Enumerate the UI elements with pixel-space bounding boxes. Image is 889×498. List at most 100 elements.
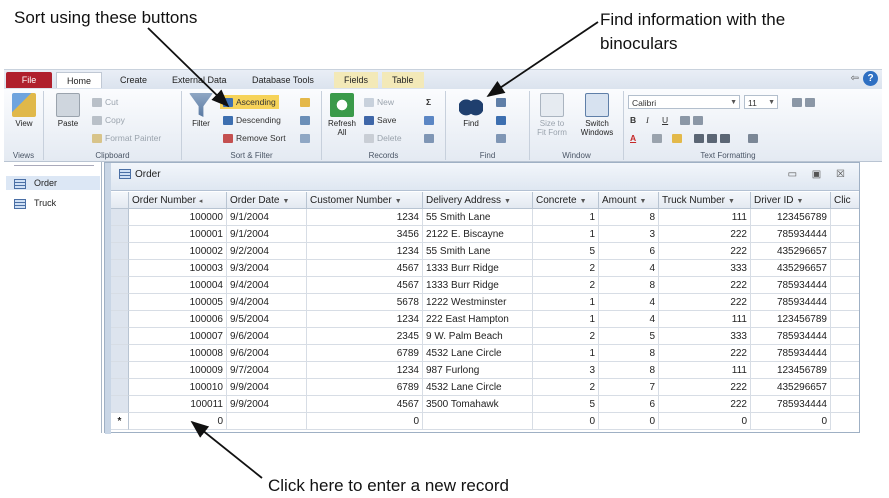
toggle-filter-button[interactable] bbox=[300, 131, 313, 145]
cell-concrete[interactable]: 1 bbox=[533, 345, 599, 362]
cell-delivery-address[interactable]: 9 W. Palm Beach bbox=[423, 328, 533, 345]
cell-order-number[interactable]: 100005 bbox=[129, 294, 227, 311]
cell-order-date[interactable]: 9/1/2004 bbox=[227, 209, 307, 226]
cell-driver-id[interactable]: 785934444 bbox=[751, 328, 831, 345]
cell-delivery-address[interactable]: 55 Smith Lane bbox=[423, 243, 533, 260]
record-selector[interactable] bbox=[111, 243, 129, 260]
cell-delivery-address[interactable]: 3500 Tomahawk bbox=[423, 396, 533, 413]
cell-delivery-address[interactable]: 1333 Burr Ridge bbox=[423, 260, 533, 277]
cell-amount[interactable]: 8 bbox=[599, 277, 659, 294]
format-painter-button[interactable]: Format Painter bbox=[92, 131, 161, 145]
italic-button[interactable]: I bbox=[646, 113, 649, 127]
record-selector[interactable] bbox=[111, 277, 129, 294]
cell-concrete[interactable]: 2 bbox=[533, 260, 599, 277]
tab-fields[interactable]: Fields bbox=[334, 72, 379, 88]
cell-customer-number[interactable]: 2345 bbox=[307, 328, 423, 345]
cell-order-date[interactable]: 9/4/2004 bbox=[227, 294, 307, 311]
cell-order-date[interactable]: 9/1/2004 bbox=[227, 226, 307, 243]
cell-truck-number[interactable]: 333 bbox=[659, 260, 751, 277]
select-all-cell[interactable] bbox=[111, 192, 129, 209]
new-cell-customer-number[interactable]: 0 bbox=[307, 413, 423, 430]
remove-sort-button[interactable]: Remove Sort bbox=[220, 131, 289, 145]
record-selector[interactable] bbox=[111, 226, 129, 243]
cell-concrete[interactable]: 1 bbox=[533, 209, 599, 226]
cell-order-date[interactable]: 9/3/2004 bbox=[227, 260, 307, 277]
record-selector[interactable] bbox=[111, 362, 129, 379]
new-record-button[interactable]: New bbox=[364, 95, 394, 109]
cell-click-to-add[interactable] bbox=[831, 345, 859, 362]
cell-truck-number[interactable]: 222 bbox=[659, 243, 751, 260]
cell-amount[interactable]: 6 bbox=[599, 396, 659, 413]
new-record-row[interactable]: * 0 0 0 0 0 0 bbox=[111, 413, 859, 430]
column-header-customer-number[interactable]: Customer Number ▼ bbox=[307, 192, 423, 209]
cell-order-number[interactable]: 100003 bbox=[129, 260, 227, 277]
minimize-ribbon-icon[interactable]: ⇦ bbox=[851, 73, 859, 84]
cell-customer-number[interactable]: 1234 bbox=[307, 243, 423, 260]
nav-item-order[interactable]: Order bbox=[6, 176, 100, 190]
cell-delivery-address[interactable]: 1222 Westminster bbox=[423, 294, 533, 311]
gridlines-button[interactable] bbox=[748, 131, 761, 145]
tab-order[interactable]: Order bbox=[119, 169, 161, 180]
record-selector[interactable] bbox=[111, 345, 129, 362]
ascending-button[interactable]: Ascending bbox=[220, 95, 279, 109]
record-selector[interactable] bbox=[111, 260, 129, 277]
nav-item-truck[interactable]: Truck bbox=[14, 196, 56, 210]
cell-order-date[interactable]: 9/2/2004 bbox=[227, 243, 307, 260]
cell-click-to-add[interactable] bbox=[831, 260, 859, 277]
cell-driver-id[interactable]: 435296657 bbox=[751, 243, 831, 260]
cell-driver-id[interactable]: 123456789 bbox=[751, 311, 831, 328]
cell-order-date[interactable]: 9/9/2004 bbox=[227, 396, 307, 413]
cell-customer-number[interactable]: 1234 bbox=[307, 209, 423, 226]
cell-order-number[interactable]: 100001 bbox=[129, 226, 227, 243]
cell-driver-id[interactable]: 123456789 bbox=[751, 362, 831, 379]
cell-customer-number[interactable]: 1234 bbox=[307, 362, 423, 379]
cell-customer-number[interactable]: 6789 bbox=[307, 345, 423, 362]
align-buttons[interactable] bbox=[694, 131, 733, 145]
new-cell-driver-id[interactable]: 0 bbox=[751, 413, 831, 430]
cell-amount[interactable]: 8 bbox=[599, 362, 659, 379]
tab-file[interactable]: File bbox=[6, 72, 52, 88]
help-icon[interactable]: ? bbox=[863, 71, 878, 86]
font-name-select[interactable]: Calibri ▼ bbox=[628, 95, 740, 109]
cell-driver-id[interactable]: 785934444 bbox=[751, 226, 831, 243]
record-selector[interactable] bbox=[111, 328, 129, 345]
bullets-button[interactable] bbox=[792, 95, 818, 109]
cell-click-to-add[interactable] bbox=[831, 243, 859, 260]
bold-button[interactable]: B bbox=[630, 113, 636, 127]
cell-amount[interactable]: 8 bbox=[599, 345, 659, 362]
cell-click-to-add[interactable] bbox=[831, 226, 859, 243]
cell-truck-number[interactable]: 222 bbox=[659, 277, 751, 294]
cell-amount[interactable]: 5 bbox=[599, 328, 659, 345]
replace-button[interactable] bbox=[496, 95, 509, 109]
indent-buttons[interactable] bbox=[680, 113, 706, 127]
cell-truck-number[interactable]: 111 bbox=[659, 311, 751, 328]
new-cell-delivery-address[interactable] bbox=[423, 413, 533, 430]
save-button[interactable]: Save bbox=[364, 113, 396, 127]
record-selector[interactable] bbox=[111, 379, 129, 396]
new-cell-order-number[interactable]: 0 bbox=[129, 413, 227, 430]
cell-amount[interactable]: 8 bbox=[599, 209, 659, 226]
cell-concrete[interactable]: 2 bbox=[533, 277, 599, 294]
cell-concrete[interactable]: 2 bbox=[533, 379, 599, 396]
cell-order-number[interactable]: 100007 bbox=[129, 328, 227, 345]
cell-delivery-address[interactable]: 1333 Burr Ridge bbox=[423, 277, 533, 294]
cell-truck-number[interactable]: 222 bbox=[659, 345, 751, 362]
column-header-click-to-add[interactable]: Clic bbox=[831, 192, 859, 209]
tab-external-data[interactable]: External Data bbox=[164, 72, 235, 88]
cell-truck-number[interactable]: 222 bbox=[659, 379, 751, 396]
cell-customer-number[interactable]: 5678 bbox=[307, 294, 423, 311]
column-header-delivery-address[interactable]: Delivery Address ▼ bbox=[423, 192, 533, 209]
cell-delivery-address[interactable]: 222 East Hampton bbox=[423, 311, 533, 328]
cell-order-number[interactable]: 100010 bbox=[129, 379, 227, 396]
cell-order-number[interactable]: 100004 bbox=[129, 277, 227, 294]
cell-amount[interactable]: 3 bbox=[599, 226, 659, 243]
cell-click-to-add[interactable] bbox=[831, 277, 859, 294]
cell-customer-number[interactable]: 6789 bbox=[307, 379, 423, 396]
cell-customer-number[interactable]: 3456 bbox=[307, 226, 423, 243]
cell-order-date[interactable]: 9/4/2004 bbox=[227, 277, 307, 294]
column-header-truck-number[interactable]: Truck Number ▼ bbox=[659, 192, 751, 209]
cell-order-number[interactable]: 100002 bbox=[129, 243, 227, 260]
new-cell-order-date[interactable] bbox=[227, 413, 307, 430]
selection-filter-button[interactable] bbox=[300, 95, 313, 109]
descending-button[interactable]: Descending bbox=[220, 113, 284, 127]
